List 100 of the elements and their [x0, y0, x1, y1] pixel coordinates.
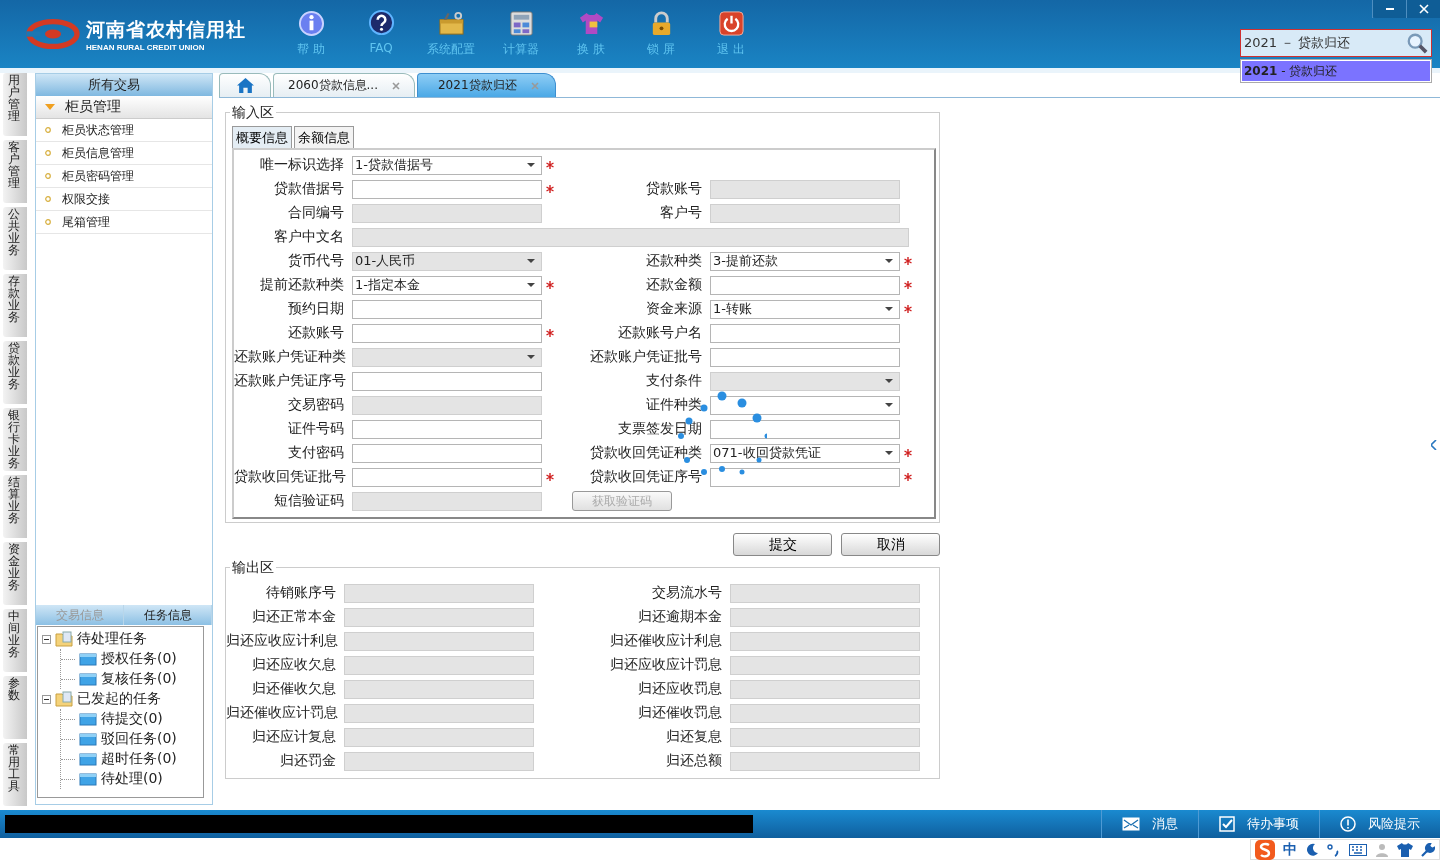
close-icon[interactable] [392, 81, 400, 90]
field-label: 还款账户凭证批号 [589, 348, 703, 366]
dropdown-field[interactable]: 3-提前还款 [710, 251, 900, 271]
input-field[interactable] [352, 323, 542, 343]
field-label: 归还罚金 [279, 752, 337, 770]
field-label: 资金来源 [645, 300, 703, 318]
tree-item[interactable]: 驳回任务(0) [101, 730, 177, 748]
collapse-toggle-icon[interactable] [42, 634, 51, 644]
tree-item[interactable]: 待处理(0) [101, 770, 163, 788]
field-label: 预约日期 [287, 300, 345, 318]
alert-icon [1340, 816, 1356, 832]
input-field[interactable] [352, 299, 542, 319]
caret-icon [885, 451, 893, 455]
required-icon [546, 473, 554, 481]
caret-icon [527, 283, 535, 287]
required-icon [546, 281, 554, 289]
folder-icon [55, 691, 73, 707]
input-field[interactable] [710, 467, 900, 487]
dropdown-field[interactable]: 071-收回贷款凭证 [710, 443, 900, 463]
page-tab[interactable]: 2021贷款归还 [417, 73, 556, 97]
field-label: 交易密码 [287, 396, 345, 414]
input-field[interactable] [710, 323, 900, 343]
side-tab[interactable]: 银行卡业务 [3, 408, 27, 471]
dropdown-field[interactable]: 1-转账 [710, 299, 900, 319]
tree-item[interactable]: 待提交(0) [101, 710, 163, 728]
section-title: 输入区 [230, 104, 276, 122]
input-field[interactable] [352, 371, 542, 391]
input-field[interactable] [710, 275, 900, 295]
folder-icon [79, 751, 97, 767]
shirt-icon[interactable] [1397, 842, 1413, 857]
side-tab[interactable]: 公共业务 [3, 207, 27, 270]
field-label: 货币代号 [287, 252, 345, 270]
tab[interactable]: 任务信息 [124, 605, 212, 625]
input-mode[interactable]: 中 [1283, 840, 1297, 859]
field-label: 归还催收罚息 [637, 704, 723, 722]
menu-item[interactable]: 柜员信息管理 [62, 144, 134, 162]
tree-item[interactable]: 授权任务(0) [101, 650, 177, 668]
minimize-icon [1385, 8, 1394, 10]
tab[interactable]: 余额信息 [294, 126, 354, 148]
punctuation-icon[interactable] [1327, 842, 1341, 857]
action-button[interactable]: 提交 [733, 533, 832, 556]
status-button[interactable]: 待办事项 [1198, 810, 1319, 838]
collapse-toggle-icon[interactable] [42, 694, 51, 704]
page-tab[interactable]: 2060贷款信息... [273, 73, 415, 97]
side-tab[interactable]: 中间业务 [3, 609, 27, 672]
status-button[interactable]: 风险提示 [1319, 810, 1440, 838]
dropdown-field[interactable] [710, 395, 900, 415]
side-tab[interactable]: 贷款业务 [3, 341, 27, 404]
side-tab[interactable]: 参数 [3, 676, 27, 739]
folder-icon [79, 651, 97, 667]
field-label: 归还应收应计罚息 [609, 656, 723, 674]
home-tab[interactable] [219, 73, 271, 97]
menu-group[interactable]: 柜员管理 [36, 96, 212, 119]
side-tab[interactable]: 客户管理 [3, 140, 27, 203]
tree-item[interactable]: 已发起的任务 [77, 690, 161, 708]
dropdown-field[interactable]: 1-指定本金 [352, 275, 542, 295]
side-tab[interactable]: 常用工具 [3, 743, 27, 806]
keyboard-icon[interactable] [1349, 843, 1367, 856]
menu-item[interactable]: 尾箱管理 [62, 213, 110, 231]
tree-item[interactable]: 超时任务(0) [101, 750, 177, 768]
required-icon [904, 257, 912, 265]
field-label: 归还催收应计利息 [609, 632, 723, 650]
input-field[interactable] [352, 443, 542, 463]
checkbox-icon [1219, 816, 1235, 832]
field-label: 证件号码 [287, 420, 345, 438]
tab[interactable]: 概要信息 [232, 126, 292, 148]
input-field[interactable] [352, 467, 542, 487]
menu-item[interactable]: 柜员密码管理 [62, 167, 134, 185]
input-field[interactable] [710, 419, 900, 439]
close-icon[interactable] [530, 81, 539, 90]
search-field[interactable]: 2021 － 贷款归还 [1240, 29, 1432, 57]
side-tab[interactable]: 结算业务 [3, 475, 27, 538]
bullet-icon [45, 150, 51, 156]
caret-icon [885, 259, 893, 263]
field-label: 提前还款种类 [259, 276, 345, 294]
side-tab[interactable]: 资金业务 [3, 542, 27, 605]
input-field[interactable] [710, 347, 900, 367]
status-button[interactable]: 消息 [1101, 810, 1198, 838]
side-tab[interactable]: 存款业务 [3, 274, 27, 337]
field-label: 归还应收应计利息 [226, 632, 339, 650]
moon-icon[interactable] [1305, 842, 1319, 857]
wrench-icon[interactable] [1421, 842, 1435, 857]
menu-item[interactable]: 柜员状态管理 [62, 121, 134, 139]
input-field[interactable] [352, 419, 542, 439]
field-label: 客户号 [659, 204, 703, 222]
person-icon[interactable] [1375, 842, 1389, 857]
tree-item[interactable]: 待处理任务 [77, 630, 147, 648]
dropdown-field[interactable]: 1-贷款借据号 [352, 155, 542, 175]
suggestion-item[interactable]: 2021 - 贷款归还 [1242, 61, 1430, 81]
field-label: 贷款账号 [645, 180, 703, 198]
menu-item[interactable]: 权限交接 [62, 190, 110, 208]
required-icon [546, 185, 554, 193]
field-label: 还款账户凭证序号 [234, 372, 347, 390]
home-icon [236, 78, 254, 93]
input-field[interactable] [352, 179, 542, 199]
field-label: 交易流水号 [651, 584, 723, 602]
tree-item[interactable]: 复核任务(0) [101, 670, 177, 688]
side-tab[interactable]: 用户管理 [3, 73, 27, 136]
required-icon [904, 281, 912, 289]
action-button[interactable]: 取消 [841, 533, 940, 556]
